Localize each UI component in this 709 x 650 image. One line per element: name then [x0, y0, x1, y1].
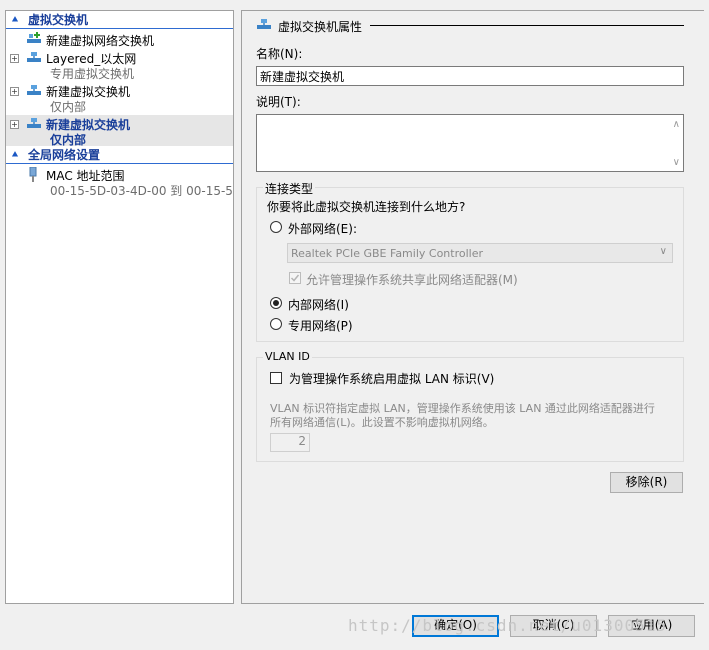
- network-switch-icon: [257, 19, 271, 29]
- network-switch-icon: [27, 52, 41, 62]
- expand-plus-icon[interactable]: +: [10, 120, 19, 129]
- switch-properties-panel: 虚拟交换机属性 名称(N): 新建虚拟交换机 说明(T): ∧ ∨ 连接类型 你…: [241, 10, 704, 604]
- connection-question: 你要将此虚拟交换机连接到什么地方?: [267, 200, 466, 214]
- allow-share-label: 允许管理操作系统共享此网络适配器(M): [306, 273, 518, 287]
- tree-item-layered-ethernet[interactable]: + Layered_以太网 专用虚拟交换机: [6, 49, 233, 81]
- tree-item-new-virtual-switch-2-selected[interactable]: + 新建虚拟交换机 仅内部: [6, 115, 233, 147]
- tree-item-new-virtual-network-switch[interactable]: 新建虚拟网络交换机: [6, 31, 233, 48]
- expand-plus-icon[interactable]: +: [10, 54, 19, 63]
- new-network-switch-icon: [27, 32, 41, 43]
- allow-share-checkbox[interactable]: [289, 272, 301, 284]
- adapter-select[interactable]: Realtek PCIe GBE Family Controller ∨: [287, 243, 673, 263]
- expand-plus-icon[interactable]: +: [10, 87, 19, 96]
- chevron-down-icon: ∨: [659, 246, 667, 257]
- collapse-chevron-icon[interactable]: ⯅: [9, 13, 21, 28]
- vlan-description-line2: 所有网络通信(L)。此设置不影响虚拟机网络。: [270, 416, 494, 429]
- cancel-button[interactable]: 取消(C): [510, 615, 597, 637]
- private-network-radio[interactable]: [270, 318, 282, 330]
- vlan-id-group: VLAN ID 为管理操作系统启用虚拟 LAN 标识(V) VLAN 标识符指定…: [256, 350, 684, 462]
- check-icon: [290, 274, 300, 282]
- scroll-up-icon[interactable]: ∧: [673, 119, 680, 130]
- network-switch-icon: [27, 85, 41, 95]
- mac-address-icon: [29, 167, 37, 182]
- connection-type-title: 连接类型: [263, 180, 316, 197]
- apply-button[interactable]: 应用(A): [608, 615, 695, 637]
- name-label: 名称(N):: [256, 47, 303, 61]
- external-network-label: 外部网络(E):: [288, 222, 357, 236]
- enable-vlan-checkbox[interactable]: [270, 372, 282, 384]
- name-input[interactable]: 新建虚拟交换机: [256, 66, 684, 86]
- header-divider: [370, 25, 684, 26]
- section-global-network-settings[interactable]: ⯅ 全局网络设置: [6, 148, 233, 164]
- connection-type-group: 连接类型 你要将此虚拟交换机连接到什么地方? 外部网络(E): Realtek …: [256, 180, 684, 342]
- scroll-down-icon[interactable]: ∨: [673, 157, 680, 168]
- description-textarea[interactable]: ∧ ∨: [256, 114, 684, 172]
- remove-button[interactable]: 移除(R): [610, 472, 683, 493]
- ok-button[interactable]: 确定(O): [412, 615, 499, 637]
- vlan-id-input[interactable]: 2: [270, 433, 310, 452]
- section-virtual-switches[interactable]: ⯅ 虚拟交换机: [6, 13, 233, 29]
- properties-header: 虚拟交换机属性: [278, 20, 363, 34]
- internal-network-label: 内部网络(I): [288, 298, 349, 312]
- vlan-id-title: VLAN ID: [263, 350, 312, 363]
- description-label: 说明(T):: [256, 95, 301, 109]
- network-switch-icon: [27, 118, 41, 128]
- switch-tree-panel: ⯅ 虚拟交换机 新建虚拟网络交换机 + Layered_以太网 专用虚拟交换机 …: [5, 10, 234, 604]
- collapse-chevron-icon[interactable]: ⯅: [9, 148, 21, 163]
- tree-item-new-virtual-switch-1[interactable]: + 新建虚拟交换机 仅内部: [6, 82, 233, 114]
- internal-network-radio[interactable]: [270, 297, 282, 309]
- private-network-label: 专用网络(P): [288, 319, 353, 333]
- enable-vlan-label: 为管理操作系统启用虚拟 LAN 标识(V): [289, 372, 495, 386]
- tree-item-mac-address-range[interactable]: MAC 地址范围 00-15-5D-03-4D-00 到 00-15-5D-0.…: [6, 166, 233, 198]
- external-network-radio[interactable]: [270, 221, 282, 233]
